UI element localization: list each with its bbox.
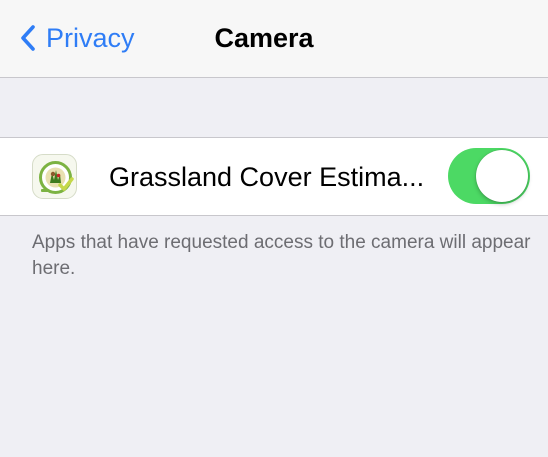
toggle-knob bbox=[476, 150, 528, 202]
app-icon-graphic bbox=[39, 161, 74, 194]
page-title: Camera bbox=[214, 23, 314, 53]
camera-access-toggle[interactable] bbox=[448, 148, 530, 204]
grassland-app-icon bbox=[32, 154, 77, 199]
app-name-label: Grassland Cover Estima... bbox=[109, 162, 425, 192]
app-list: Grassland Cover Estima... bbox=[0, 137, 548, 216]
navigation-bar: Privacy Camera bbox=[0, 0, 548, 78]
footer-note: Apps that have requested access to the c… bbox=[32, 232, 531, 279]
